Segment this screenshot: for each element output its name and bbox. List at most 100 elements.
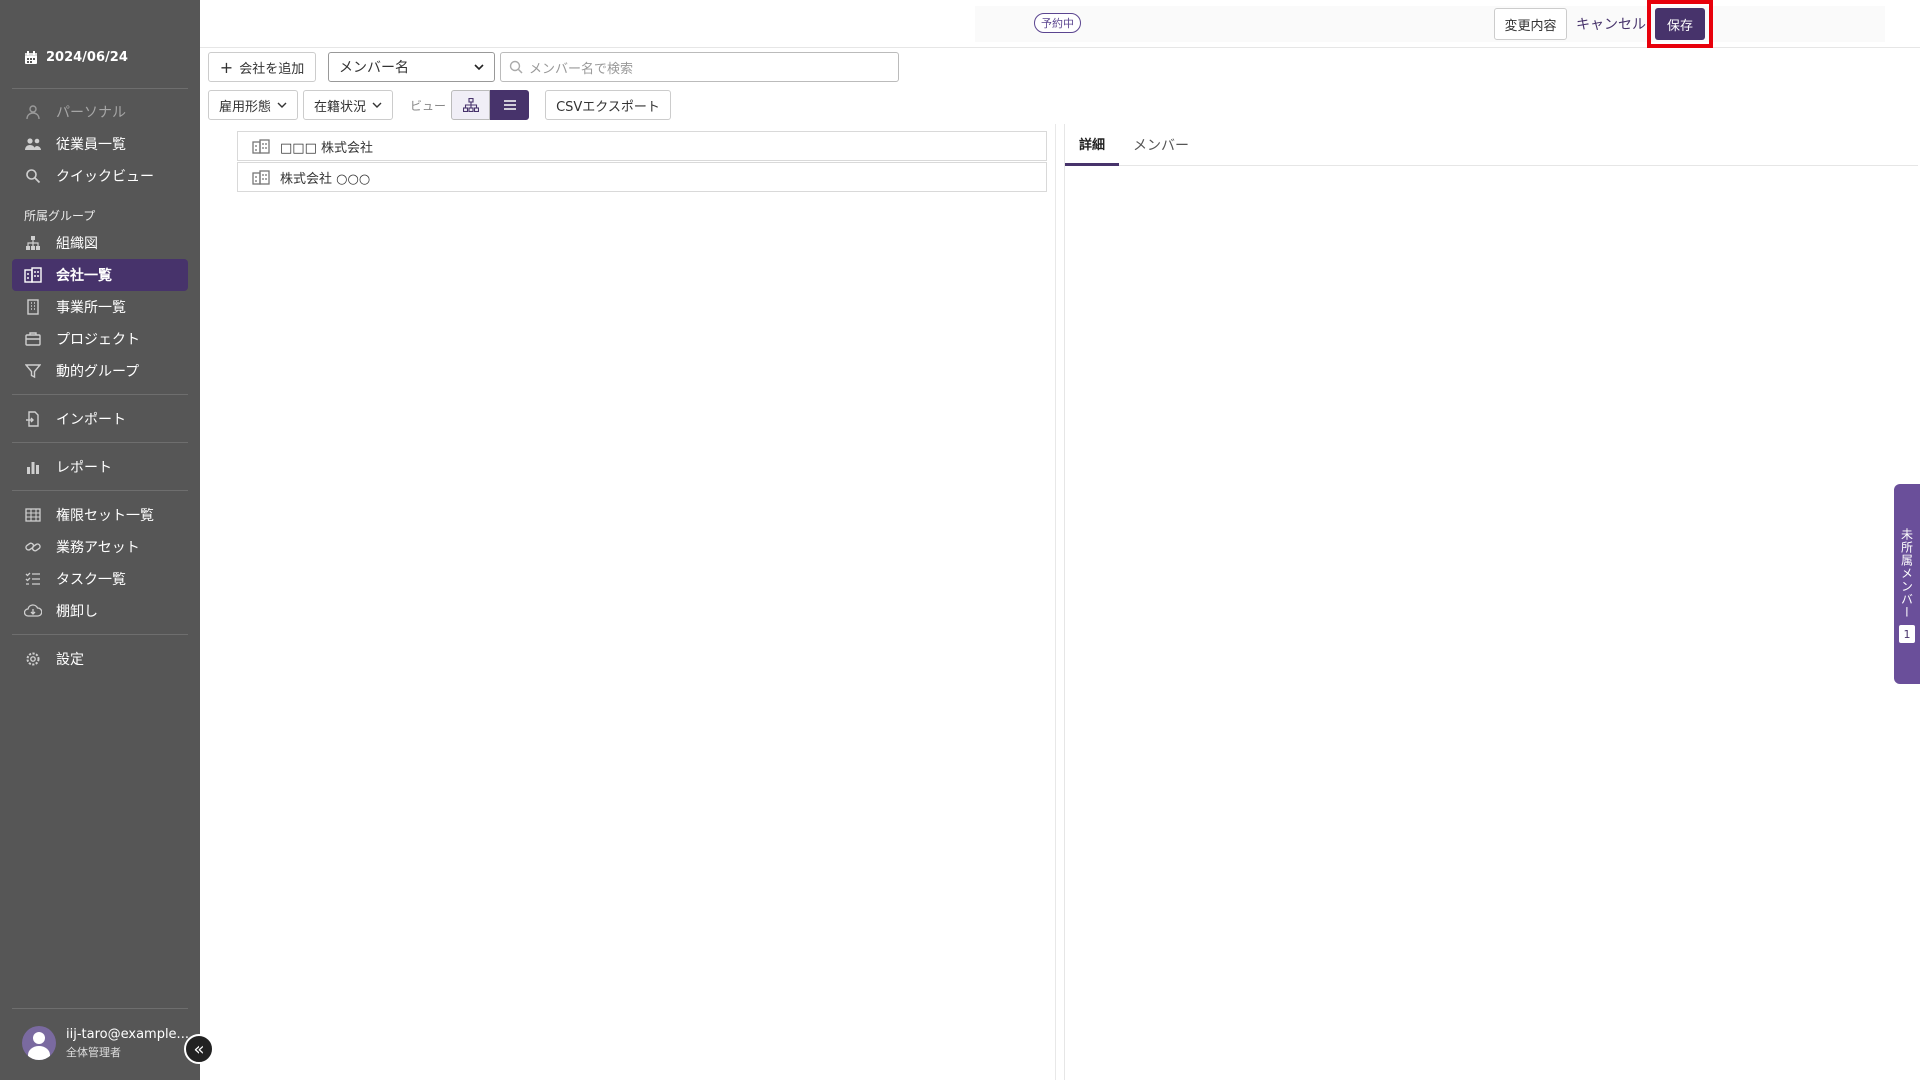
section-label-groups: 所属グループ	[24, 209, 96, 223]
unassigned-members-tab[interactable]: 未所属メンバー 1	[1894, 484, 1920, 684]
building-icon	[24, 298, 42, 316]
sidebar-item-label: 棚卸し	[56, 604, 98, 620]
divider	[12, 442, 188, 443]
view-label: ビュー	[410, 99, 447, 113]
company-row[interactable]: 株式会社 ○○○	[237, 162, 1047, 192]
search-field-select[interactable]: メンバー名	[328, 52, 495, 82]
sidebar: 2024/06/24 パーソナル 従業員一覧 クイックビュー 所属グループ 組織…	[0, 0, 200, 1080]
status-strip	[975, 6, 1885, 42]
divider	[12, 1008, 188, 1009]
filter-icon	[24, 362, 42, 380]
sidebar-item-employees[interactable]: 従業員一覧	[12, 128, 188, 160]
search-icon	[24, 167, 42, 185]
current-date: 2024/06/24	[24, 50, 128, 65]
employment-type-label: 雇用形態	[218, 99, 271, 115]
sidebar-item-dynamic-groups[interactable]: 動的グループ	[12, 355, 188, 387]
sidebar-item-reports[interactable]: レポート	[12, 451, 188, 483]
status-label: 在籍状況	[313, 99, 366, 115]
company-icon	[24, 266, 42, 284]
sidebar-item-label: 設定	[56, 652, 84, 668]
search-placeholder: メンバー名で検索	[529, 61, 634, 77]
sidebar-item-label: タスク一覧	[56, 572, 126, 588]
tab-members[interactable]: メンバー	[1119, 124, 1203, 166]
add-company-button[interactable]: + 会社を追加	[208, 52, 316, 82]
company-name: 株式会社 ○○○	[280, 171, 371, 187]
chevron-down-icon	[474, 63, 484, 71]
bar-chart-icon	[24, 458, 42, 476]
user-email: iij-taro@example...	[66, 1026, 189, 1042]
chevron-down-icon	[277, 101, 287, 109]
sidebar-item-label: 権限セット一覧	[56, 508, 154, 524]
org-chart-icon	[24, 234, 42, 252]
list-view-toggle[interactable]	[490, 90, 529, 120]
sidebar-item-projects[interactable]: プロジェクト	[12, 323, 188, 355]
company-name: □□□ 株式会社	[280, 140, 373, 156]
sidebar-item-permission-sets[interactable]: 権限セット一覧	[12, 499, 188, 531]
sidebar-item-personal[interactable]: パーソナル	[12, 96, 188, 128]
date-label: 2024/06/24	[46, 50, 128, 65]
sidebar-item-org-chart[interactable]: 組織図	[12, 227, 188, 259]
calendar-icon	[24, 50, 38, 65]
sidebar-item-business-assets[interactable]: 業務アセット	[12, 531, 188, 563]
list-icon	[503, 99, 517, 111]
company-row[interactable]: □□□ 株式会社	[237, 131, 1047, 161]
plus-icon: +	[219, 57, 234, 77]
sidebar-item-companies[interactable]: 会社一覧	[12, 259, 188, 291]
user-role: 全体管理者	[66, 1045, 121, 1059]
sidebar-item-import[interactable]: インポート	[12, 403, 188, 435]
unassigned-count-badge: 1	[1899, 625, 1915, 643]
sidebar-item-label: インポート	[56, 412, 126, 428]
user-profile[interactable]: iij-taro@example... 全体管理者	[22, 1026, 189, 1060]
sidebar-item-label: レポート	[56, 460, 112, 476]
reserved-badge: 予約中	[1034, 13, 1081, 33]
sidebar-item-tasks[interactable]: タスク一覧	[12, 563, 188, 595]
gear-icon	[24, 650, 42, 668]
double-chevron-left-icon: «	[193, 1038, 205, 1060]
person-icon	[24, 103, 42, 121]
table-icon	[24, 506, 42, 524]
search-icon	[509, 60, 523, 74]
link-icon	[24, 538, 42, 556]
status-filter[interactable]: 在籍状況	[303, 90, 393, 120]
changes-button[interactable]: 変更内容	[1494, 8, 1567, 40]
sidebar-item-inventory[interactable]: 棚卸し	[12, 595, 188, 627]
divider	[12, 490, 188, 491]
org-tree-icon	[462, 98, 479, 112]
tree-view-toggle[interactable]	[451, 90, 490, 120]
unassigned-members-label: 未所属メンバー	[1899, 528, 1914, 619]
sidebar-item-offices[interactable]: 事業所一覧	[12, 291, 188, 323]
employment-type-filter[interactable]: 雇用形態	[208, 90, 298, 120]
sidebar-item-label: 会社一覧	[56, 268, 112, 284]
import-icon	[24, 410, 42, 428]
avatar	[22, 1026, 56, 1060]
sidebar-item-label: 従業員一覧	[56, 137, 126, 153]
collapse-sidebar-button[interactable]: «	[184, 1034, 214, 1064]
divider	[12, 394, 188, 395]
task-list-icon	[24, 570, 42, 588]
briefcase-icon	[24, 330, 42, 348]
sidebar-item-label: プロジェクト	[56, 332, 140, 348]
company-icon	[252, 138, 270, 154]
sidebar-item-label: パーソナル	[56, 105, 126, 121]
cancel-button[interactable]: キャンセル	[1576, 8, 1646, 40]
cloud-download-icon	[24, 602, 42, 620]
sidebar-item-label: 組織図	[56, 236, 98, 252]
tab-details[interactable]: 詳細	[1065, 124, 1120, 166]
sidebar-item-label: 動的グループ	[56, 364, 140, 380]
detail-pane: 詳細 メンバー	[1064, 124, 1918, 1080]
add-company-label: 会社を追加	[239, 61, 305, 77]
sidebar-item-label: 業務アセット	[56, 540, 140, 556]
company-list-pane: □□□ 株式会社 株式会社 ○○○	[200, 124, 1056, 1080]
chevron-down-icon	[372, 101, 382, 109]
sidebar-item-label: 事業所一覧	[56, 300, 126, 316]
search-field-value: メンバー名	[339, 60, 409, 76]
csv-export-button[interactable]: CSVエクスポート	[545, 90, 671, 120]
member-search-input[interactable]: メンバー名で検索	[500, 52, 899, 82]
sidebar-item-settings[interactable]: 設定	[12, 643, 188, 675]
divider	[12, 88, 188, 89]
save-button[interactable]: 保存	[1655, 8, 1705, 40]
company-icon	[252, 169, 270, 185]
people-icon	[24, 135, 42, 153]
detail-tabs: 詳細 メンバー	[1065, 124, 1918, 166]
sidebar-item-quickview[interactable]: クイックビュー	[12, 160, 188, 192]
